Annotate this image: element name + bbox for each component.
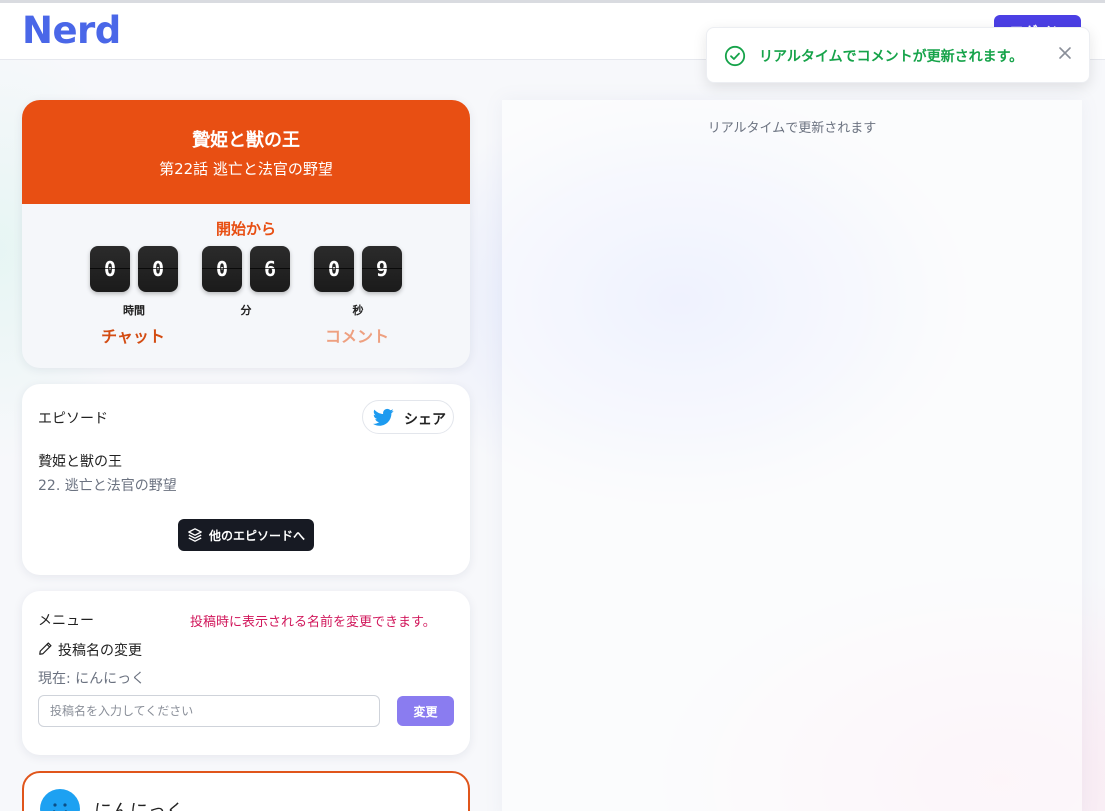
other-episodes-button[interactable]: 他のエピソードへ bbox=[178, 519, 314, 551]
comment-panel: リアルタイムで更新されます bbox=[502, 100, 1082, 811]
user-name: にんにっく bbox=[94, 797, 184, 811]
timer-seconds-label: 秒 bbox=[352, 304, 364, 317]
user-card: にんにっく bbox=[22, 771, 470, 811]
timer-digit-minutes-ones: 6 bbox=[250, 246, 290, 292]
tab-comment[interactable]: コメント bbox=[297, 323, 417, 347]
program-episode: 第22話 逃亡と法官の野望 bbox=[159, 160, 333, 178]
timer-digit-hours-tens: 0 bbox=[90, 246, 130, 292]
episode-label: エピソード bbox=[38, 411, 108, 427]
timer-digit-seconds-ones: 9 bbox=[362, 246, 402, 292]
share-label: シェア bbox=[404, 412, 446, 428]
post-name-input[interactable] bbox=[38, 695, 380, 727]
timer-digit-hours-ones: 0 bbox=[138, 246, 178, 292]
realtime-note: リアルタイムで更新されます bbox=[707, 121, 877, 136]
toast-message: リアルタイムでコメントが更新されます。 bbox=[759, 49, 1024, 65]
twitter-icon bbox=[373, 408, 394, 426]
layers-icon bbox=[188, 528, 202, 542]
menu-label: メニュー bbox=[38, 613, 94, 629]
episode-title: 贄姫と獣の王 bbox=[38, 454, 122, 470]
timer-hours-label: 時間 bbox=[123, 304, 145, 317]
smile-face-icon bbox=[53, 803, 67, 811]
current-name: 現在: にんにっく bbox=[38, 671, 146, 687]
program-title: 贄姫と獣の王 bbox=[192, 130, 300, 151]
menu-hint: 投稿時に表示される名前を変更できます。 bbox=[190, 615, 436, 630]
program-header: 贄姫と獣の王 第22話 逃亡と法官の野望 bbox=[22, 100, 470, 204]
close-icon[interactable] bbox=[1057, 45, 1073, 61]
timer-minutes-label: 分 bbox=[240, 304, 252, 317]
pencil-icon bbox=[39, 642, 52, 655]
share-button[interactable]: シェア bbox=[362, 400, 454, 434]
timer-digit-minutes-tens: 0 bbox=[202, 246, 242, 292]
notification-toast: リアルタイムでコメントが更新されます。 bbox=[706, 27, 1090, 83]
avatar bbox=[40, 789, 80, 811]
other-episodes-label: 他のエピソードへ bbox=[209, 529, 306, 543]
since-start-label: 開始から bbox=[215, 220, 276, 238]
episode-subtitle: 22. 逃亡と法官の野望 bbox=[38, 478, 177, 494]
rename-label: 投稿名の変更 bbox=[58, 643, 142, 659]
menu-card: メニュー 投稿時に表示される名前を変更できます。 投稿名の変更 現在: にんにっ… bbox=[22, 591, 470, 755]
episode-card: エピソード シェア 贄姫と獣の王 22. 逃亡と法官の野望 他のエピソードへ bbox=[22, 384, 470, 575]
nerd-logo[interactable]: Nerd bbox=[22, 9, 121, 52]
program-card: 贄姫と獣の王 第22話 逃亡と法官の野望 開始から 0 0 0 6 0 9 時間… bbox=[22, 100, 470, 368]
tab-chat[interactable]: チャット bbox=[73, 323, 193, 347]
change-name-button[interactable]: 変更 bbox=[397, 696, 454, 726]
check-circle-icon bbox=[724, 45, 746, 67]
timer-digit-seconds-tens: 0 bbox=[314, 246, 354, 292]
